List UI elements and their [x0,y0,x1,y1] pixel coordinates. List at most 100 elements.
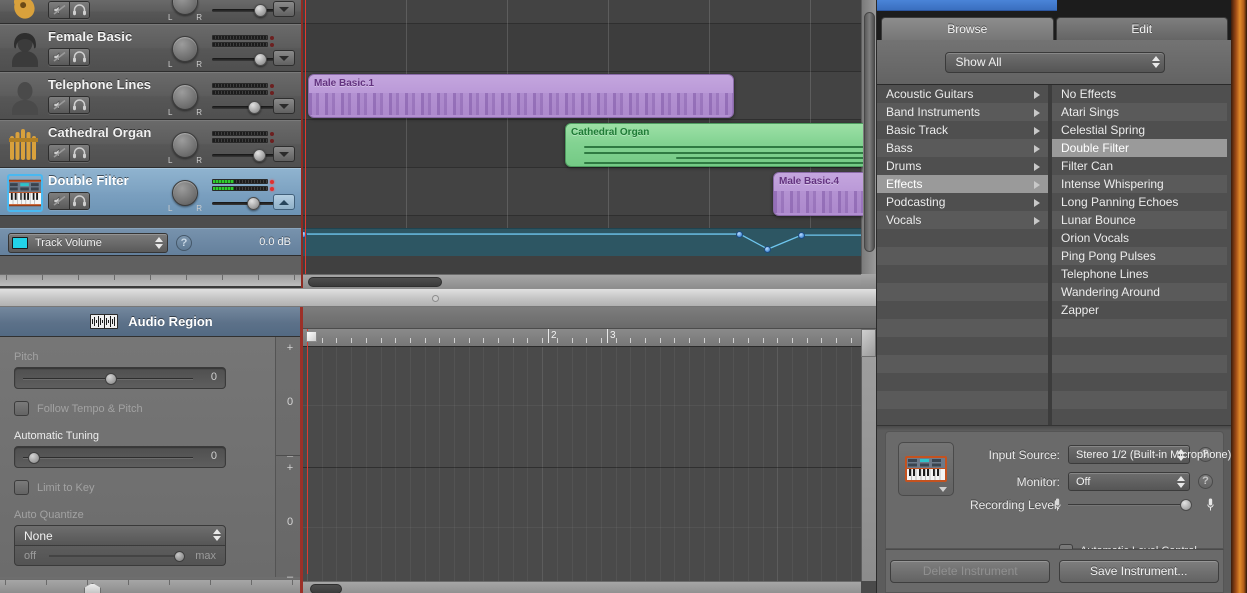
timeline-arrange-area[interactable]: Male Basic.1 Cathedral Organ Male Basic.4 [303,0,863,274]
scrollbar-thumb[interactable] [310,584,342,593]
timeline-lane[interactable] [303,24,863,72]
automation-lane-header[interactable]: Track Volume ? 0.0 dB [0,228,303,256]
headphones-icon[interactable] [69,49,89,65]
track-row[interactable]: Cathedral OrganLR [0,120,303,168]
category-item[interactable]: Vocals [877,211,1048,229]
category-item[interactable]: Band Instruments [877,103,1048,121]
chevron-down-icon[interactable] [273,50,295,66]
preset-item[interactable]: Celestial Spring [1052,121,1227,139]
automation-point[interactable] [736,231,743,238]
chevron-updown-icon[interactable] [1152,56,1160,68]
timeline-region[interactable]: Male Basic.4 [773,172,863,216]
preset-list[interactable]: No EffectsAtari SingsCelestial SpringDou… [1052,85,1227,425]
preset-item[interactable]: Double Filter [1052,139,1227,157]
preset-item[interactable]: Telephone Lines [1052,265,1227,283]
help-icon[interactable]: ? [1198,474,1213,489]
pane-splitter[interactable] [0,288,876,307]
playhead-line[interactable] [305,0,306,274]
preset-item[interactable]: Zapper [1052,301,1227,319]
timeline-region[interactable]: Cathedral Organ [565,123,863,167]
chevron-down-icon[interactable] [273,98,295,114]
auto-quantize-select[interactable]: None [14,525,226,546]
piano-roll-resize-handle[interactable] [861,329,876,357]
chevron-down-icon[interactable] [939,487,947,492]
monitor-select[interactable]: Off [1068,472,1190,491]
track-toggle-buttons[interactable] [48,192,90,210]
chevron-down-icon[interactable] [273,1,295,17]
automation-point[interactable] [798,232,805,239]
category-item[interactable]: Basic Track [877,121,1048,139]
preset-item[interactable]: Atari Sings [1052,103,1227,121]
mute-icon[interactable] [49,97,69,113]
automation-parameter-select[interactable]: Track Volume [8,233,168,253]
pan-knob[interactable]: LR [168,177,202,211]
piano-roll-editor[interactable]: 23 [303,307,876,593]
pan-knob[interactable]: LR [168,129,202,163]
timeline-region[interactable]: Male Basic.1 [308,74,734,118]
track-row[interactable]: Telephone LinesLR [0,72,303,120]
pan-knob[interactable]: LR [168,0,202,20]
category-item[interactable]: Effects [877,175,1048,193]
chevron-updown-icon[interactable] [155,237,163,249]
piano-roll-playhead[interactable] [307,329,308,574]
headphones-icon[interactable] [69,145,89,161]
preset-item[interactable]: Intense Whispering [1052,175,1227,193]
track-volume-slider[interactable] [212,52,282,66]
track-toggle-buttons[interactable] [48,1,90,19]
chevron-updown-icon[interactable] [1177,449,1185,461]
track-row[interactable]: Female BasicLR [0,24,303,72]
scrollbar-thumb[interactable] [864,12,875,252]
mute-icon[interactable] [49,145,69,161]
slider-thumb[interactable] [253,149,266,162]
chevron-updown-icon[interactable] [213,529,221,541]
headphones-icon[interactable] [69,2,89,18]
preset-item[interactable]: Filter Can [1052,157,1227,175]
limit-to-key-checkbox-row[interactable]: Limit to Key [14,480,261,495]
chevron-up-icon[interactable] [273,194,295,210]
slider-thumb[interactable] [174,551,185,562]
browser-lists[interactable]: Acoustic GuitarsBand InstrumentsBasic Tr… [877,85,1232,425]
pan-knob[interactable]: LR [168,33,202,67]
pitch-slider[interactable]: 0 [14,367,226,389]
piano-roll-ruler[interactable]: 23 [303,329,861,347]
checkbox-icon[interactable] [14,401,29,416]
track-toggle-buttons[interactable] [48,96,90,114]
delete-instrument-button[interactable]: Delete Instrument [890,560,1050,583]
track-toggle-buttons[interactable] [48,48,90,66]
synth-keyboard-icon[interactable] [898,442,954,496]
automation-curve-lane[interactable] [303,228,863,256]
chevron-down-icon[interactable] [273,146,295,162]
category-item[interactable]: Bass [877,139,1048,157]
checkbox-icon[interactable] [14,480,29,495]
browser-tabs[interactable]: BrowseEdit [877,14,1232,40]
save-instrument-button[interactable]: Save Instrument... [1059,560,1219,583]
category-item[interactable]: Drums [877,157,1048,175]
piano-roll-grid[interactable] [303,347,861,581]
scrollbar-thumb[interactable] [308,277,442,287]
timeline-vertical-scrollbar[interactable] [861,0,876,274]
preset-item[interactable]: Long Panning Echoes [1052,193,1227,211]
track-row[interactable]: Double FilterLR [0,168,303,216]
track-volume-slider[interactable] [212,100,282,114]
piano-roll-horizontal-scrollbar[interactable] [303,581,861,593]
slider-thumb[interactable] [1180,499,1192,511]
mute-icon[interactable] [49,2,69,18]
mute-icon[interactable] [49,49,69,65]
automatic-tuning-slider[interactable]: 0 [14,446,226,468]
track-volume-slider[interactable] [212,3,282,17]
timeline-horizontal-scrollbar[interactable] [303,274,861,288]
tab-browse[interactable]: Browse [881,17,1054,40]
splitter-grip[interactable] [432,295,439,302]
tab-edit[interactable]: Edit [1056,17,1229,40]
category-item[interactable]: Acoustic Guitars [877,85,1048,103]
slider-thumb[interactable] [254,53,267,66]
category-list[interactable]: Acoustic GuitarsBand InstrumentsBasic Tr… [877,85,1052,425]
track-row[interactable]: LR [0,0,303,24]
preset-item[interactable]: Orion Vocals [1052,229,1227,247]
preset-item[interactable]: Ping Pong Pulses [1052,247,1227,265]
automation-point[interactable] [764,246,771,253]
input-source-select[interactable]: Stereo 1/2 (Built-in Microphone) [1068,445,1190,464]
headphones-icon[interactable] [69,193,89,209]
editor-horizontal-scrollbar[interactable] [0,579,303,593]
track-volume-slider[interactable] [212,196,282,210]
